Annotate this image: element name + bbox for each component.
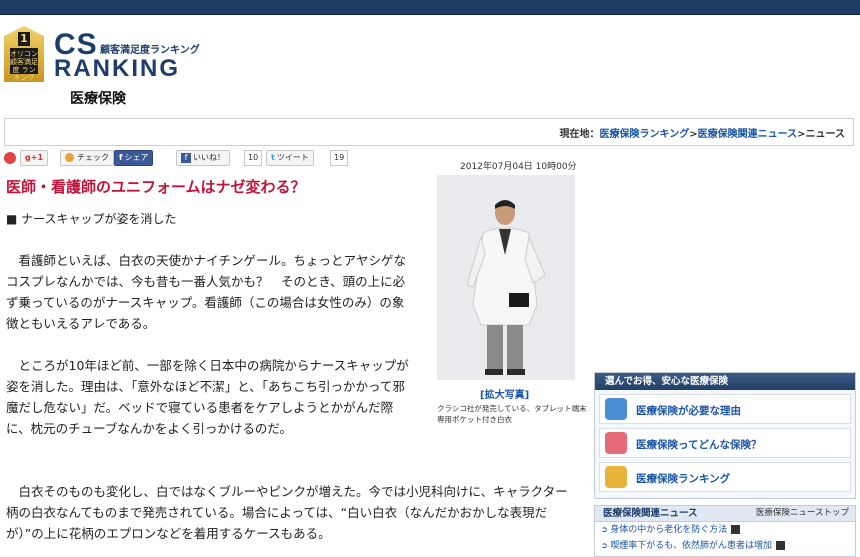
article-subheading: ■ ナースキャップが姿を消した [6,212,177,226]
news-item-label: 身体の中から老化を防ぐ方法 [610,525,728,535]
news-item-label: 喫煙率下がるも、依然肺がん患者は増加 [610,541,772,551]
news-top-link[interactable]: 医療保険ニューストップ [756,506,849,521]
article-body: 看護師といえば、白衣の天使かナイチンゲール。ちょっとアヤシゲなコスプレなんかでは… [6,250,568,541]
breadcrumb-separator: > [797,129,806,140]
tweet-label: ツイート [276,153,309,162]
check-button[interactable]: チェック [60,150,114,166]
facebook-share-button[interactable]: f シェア [114,150,154,166]
sidebar-guide: 選んでお得、安心な医療保険 医療保険が必要な理由 医療保険ってどんな保険？ 医療… [594,372,856,499]
breadcrumb-separator: > [689,129,698,140]
article-paragraph: 看護師といえば、白衣の天使かナイチンゲール。ちょっとアヤシゲなコスプレなんかでは… [6,253,407,331]
gplus-label: +1 [30,153,44,162]
breadcrumb-item-news[interactable]: 医療保険関連ニュース [698,129,798,140]
sidebar-heading: 選んでお得、安心な医療保険 [595,373,855,390]
arrow-icon: ➲ [601,541,611,550]
share-label: シェア [124,153,149,162]
like-count: 10 [244,150,263,166]
logo-text: オリコン 顧客満足度 ランキング [10,48,38,82]
enlarge-photo-link[interactable]: [拡大写真] [480,386,529,401]
photo-caption: クラシコ社が発売している、タブレット端末専用ポケット付き白衣 [437,404,587,424]
sidebar-item-reason[interactable]: 医療保険が必要な理由 [599,394,851,424]
new-icon [775,541,785,550]
article-date: 2012年07月04日 10時00分 [460,162,577,172]
article-paragraph: 白衣そのものも変化し、白ではなくブルーやピンクが増えた。今では小児科向けに、キャ… [6,484,568,541]
top-bar [0,0,860,15]
tweet-count: 19 [330,150,349,166]
news-item[interactable]: ➲ 喫煙率下がるも、依然肺がん患者は増加 [595,538,855,554]
facebook-icon: f [181,153,191,163]
crown-icon [605,466,627,488]
twitter-icon: t [271,153,275,162]
new-icon [731,525,741,534]
article-paragraph: ところが10年ほど前、一部を除く日本中の病院からナースキャップが姿を消した。理由… [6,358,409,436]
logo-number: 1 [18,32,30,46]
tweet-button[interactable]: t ツイート [266,150,314,166]
category-title: 医療保険 [70,91,126,107]
news-box: 医療保険関連ニュース 医療保険ニューストップ ➲ 身体の中から老化を防ぐ方法 ➲… [594,505,856,557]
breadcrumb: 現在地：医療保険ランキング>医療保険関連ニュース>ニュース [4,118,854,146]
sidebar-item-label: 医療保険ランキング [636,473,731,485]
news-heading-label: 医療保険関連ニュース [603,508,698,519]
facebook-icon: f [119,153,123,162]
article-photo[interactable] [437,175,575,380]
sidebar-item-label: 医療保険ってどんな保険？ [636,439,762,451]
like-label: いいね！ [193,153,225,162]
check-icon [65,153,74,162]
sidebar-item-label: 医療保険が必要な理由 [636,405,741,417]
oricon-logo[interactable]: 1 オリコン 顧客満足度 ランキング [4,26,44,82]
hospital-icon [605,398,627,420]
arrow-icon: ➲ [601,525,611,534]
stethoscope-icon [605,432,627,454]
sidebar-item-ranking[interactable]: 医療保険ランキング [599,462,851,492]
breadcrumb-prefix: 現在地： [559,129,600,140]
doctor-photo [437,175,575,380]
share-icon[interactable] [4,152,16,164]
article-headline: 医師・看護師のユニフォームはナゼ変わる？ [6,178,306,196]
facebook-like-button[interactable]: f いいね！ [176,150,230,166]
brand-subtitle: 顧客満足度ランキング [100,45,200,56]
brand-ranking[interactable]: RANKING [54,55,180,83]
sidebar-item-what[interactable]: 医療保険ってどんな保険？ [599,428,851,458]
news-item[interactable]: ➲ 身体の中から老化を防ぐ方法 [595,522,855,538]
gplus-button[interactable]: g+1 [20,150,49,166]
breadcrumb-item-ranking[interactable]: 医療保険ランキング [600,129,690,140]
check-label: チェック [77,153,109,162]
news-heading: 医療保険関連ニュース 医療保険ニューストップ [595,506,855,522]
breadcrumb-item-current: ニュース [805,129,846,140]
